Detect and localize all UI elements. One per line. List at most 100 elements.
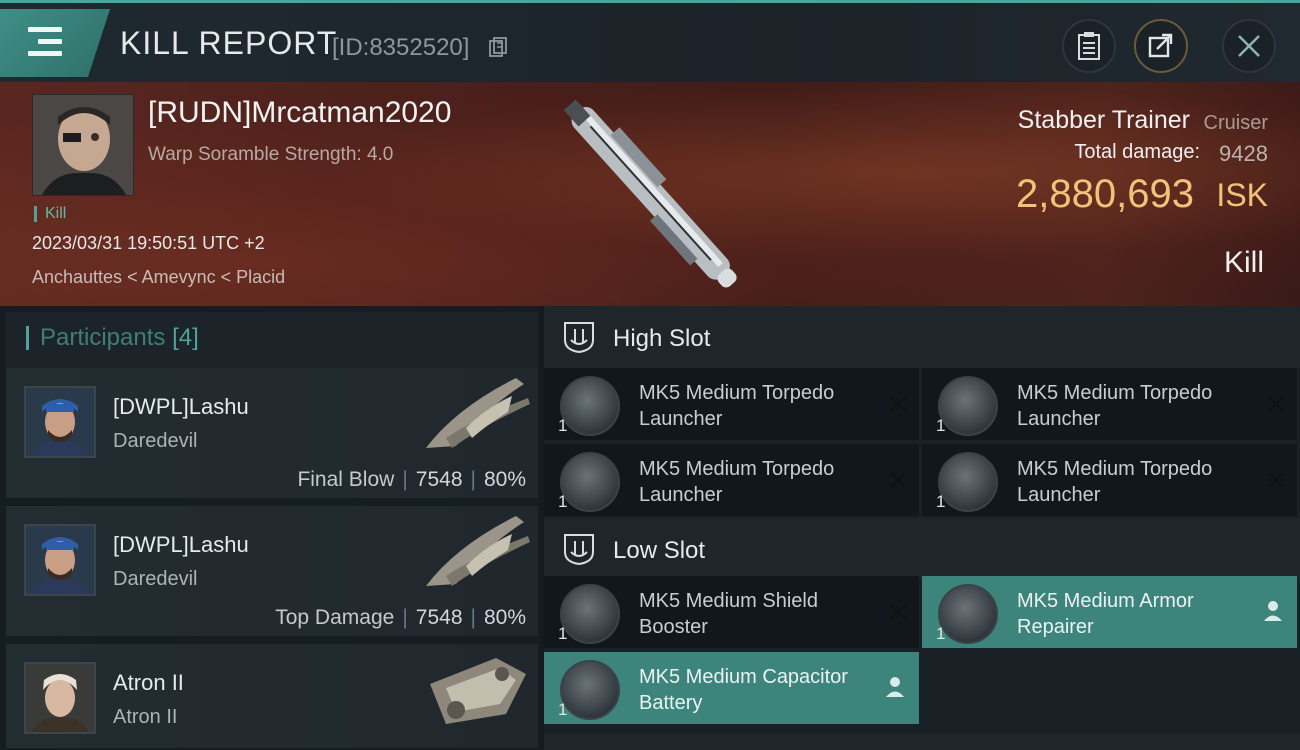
module-name: MK5 Medium Torpedo Launcher: [639, 382, 835, 430]
menu-icon-bar: [38, 39, 62, 44]
result-label: Kill: [1223, 246, 1264, 279]
participant-role: Final Blow: [297, 468, 395, 491]
participant-name[interactable]: [DWPL]Lashu: [113, 532, 249, 558]
stat-separator: |: [402, 468, 408, 491]
kill-location: Anchauttes < Amevync < Placid: [32, 267, 286, 287]
participant-row[interactable]: [DWPL]Lashu Daredevil Top Damage | 7548 | 80…: [6, 506, 538, 638]
capacitor-battery-icon: [560, 660, 620, 720]
destroyed-icon: [890, 472, 906, 488]
share-button[interactable]: [1134, 19, 1188, 73]
victim-name[interactable]: [RUDN]Mrcatman2020: [148, 96, 451, 130]
avatar: [24, 524, 96, 596]
participant-percent: 80%: [483, 468, 526, 491]
module-quantity: 1: [558, 416, 568, 435]
armor-repairer-icon: [938, 584, 998, 644]
module-item[interactable]: 1 MK5 Medium Torpedo Launcher: [922, 368, 1297, 440]
victim-banner: [RUDN]Mrcatman2020 Warp Soramble Strengt…: [0, 82, 1300, 306]
section-accent: [26, 326, 29, 350]
participant-ship-image: [430, 658, 526, 724]
victim-portrait[interactable]: [32, 94, 134, 196]
copy-icon[interactable]: [489, 37, 507, 57]
menu-button[interactable]: [0, 9, 110, 77]
participant-damage: 7548: [415, 468, 463, 491]
stat-separator: |: [470, 468, 476, 491]
participant-ship-image: [426, 516, 530, 586]
participant-stats: Final Blow | 7548 | 80%: [297, 468, 526, 492]
participants-label: Participants [4]: [40, 324, 199, 352]
kill-datetime: 2023/03/31 19:50:51 UTC +2: [32, 233, 265, 253]
participant-row[interactable]: [DWPL]Lashu Daredevil Final Blow | 7548 | 80…: [6, 368, 538, 500]
module-item[interactable]: 1 MK5 Medium Armor Repairer: [922, 576, 1297, 648]
user-icon: [1264, 601, 1282, 621]
participant-stats: Top Damage | 7548 | 80%: [275, 606, 526, 630]
high-slot-label: High Slot: [613, 325, 711, 352]
participant-ship: Atron II: [113, 706, 178, 728]
destroyed-icon: [1268, 396, 1284, 412]
warp-scramble-strength: Warp Soramble Strength: 4.0: [148, 144, 394, 165]
module-item[interactable]: 1 MK5 Medium Torpedo Launcher: [544, 368, 919, 440]
participant-ship-image: [426, 378, 530, 448]
mid-slot-header: [544, 734, 1300, 750]
avatar: [24, 386, 96, 458]
participant-ship: Daredevil: [113, 568, 198, 590]
participant-percent: 80%: [483, 606, 526, 629]
module-item[interactable]: 1 MK5 Medium Torpedo Launcher: [544, 444, 919, 516]
participants-label-text: Participants: [40, 324, 166, 351]
participants-panel: Participants [4] [DWPL]Lashu Daredevil F…: [0, 306, 540, 750]
clipboard-button[interactable]: [1062, 19, 1116, 73]
participant-portrait: [26, 526, 94, 594]
shield-booster-icon: [560, 584, 620, 644]
module-item[interactable]: 1 MK5 Medium Shield Booster: [544, 576, 919, 648]
stat-separator: |: [402, 606, 408, 629]
module-name: MK5 Medium Armor Repairer: [1017, 590, 1194, 638]
module-quantity: 1: [558, 700, 568, 719]
destroyed-icon: [890, 604, 906, 620]
torpedo-launcher-icon: [938, 452, 998, 512]
participant-ship: Daredevil: [113, 430, 198, 452]
module-name: MK5 Medium Capacitor Battery: [639, 666, 848, 714]
high-slot-icon: [564, 322, 594, 354]
close-icon: [1238, 35, 1260, 57]
total-damage-label: Total damage:: [1074, 141, 1200, 163]
module-item[interactable]: 1 MK5 Medium Torpedo Launcher: [922, 444, 1297, 516]
total-damage-value: 9428: [1219, 141, 1268, 166]
low-slot-header: Low Slot: [544, 518, 1300, 580]
participant-role: Top Damage: [275, 606, 395, 629]
menu-icon-bar: [28, 51, 62, 56]
report-id: [ID:8352520]: [332, 34, 470, 61]
stat-separator: |: [470, 606, 476, 629]
share-icon: [1148, 33, 1173, 58]
module-name: MK5 Medium Torpedo Launcher: [639, 458, 835, 506]
isk-value: 2,880,693: [1016, 172, 1194, 216]
participant-damage: 7548: [415, 606, 463, 629]
fitting-panel: High Slot 1 MK5 Medium Torpedo Launcher …: [544, 306, 1300, 750]
destroyed-icon: [1268, 472, 1284, 488]
high-slot-header: High Slot: [544, 306, 1300, 368]
module-item[interactable]: 1 MK5 Medium Capacitor Battery: [544, 652, 919, 724]
module-quantity: 1: [936, 624, 946, 643]
participants-count: [4]: [172, 324, 199, 351]
participant-portrait: [26, 664, 94, 732]
participant-name[interactable]: [DWPL]Lashu: [113, 394, 249, 420]
victim-ship-name[interactable]: Stabber Trainer: [1018, 106, 1190, 135]
participants-header: Participants [4]: [6, 312, 538, 368]
module-quantity: 1: [558, 624, 568, 643]
torpedo-launcher-icon: [560, 376, 620, 436]
participant-portrait: [26, 388, 94, 456]
header-bar: KILL REPORT [ID:8352520]: [0, 0, 1300, 82]
clipboard-icon: [1078, 32, 1100, 60]
menu-icon: [28, 27, 62, 32]
module-name: MK5 Medium Torpedo Launcher: [1017, 458, 1213, 506]
module-name: MK5 Medium Torpedo Launcher: [1017, 382, 1213, 430]
page-title: KILL REPORT: [120, 25, 338, 61]
victim-ship-class: Cruiser: [1203, 112, 1268, 134]
user-icon: [886, 677, 904, 697]
module-name: MK5 Medium Shield Booster: [639, 590, 818, 638]
victim-ship-image[interactable]: [520, 82, 780, 306]
module-quantity: 1: [558, 492, 568, 511]
torpedo-launcher-icon: [938, 376, 998, 436]
avatar: [33, 95, 133, 195]
participant-name[interactable]: Atron II: [113, 670, 184, 696]
participant-row[interactable]: Atron II Atron II: [6, 644, 538, 750]
close-button[interactable]: [1222, 19, 1276, 73]
